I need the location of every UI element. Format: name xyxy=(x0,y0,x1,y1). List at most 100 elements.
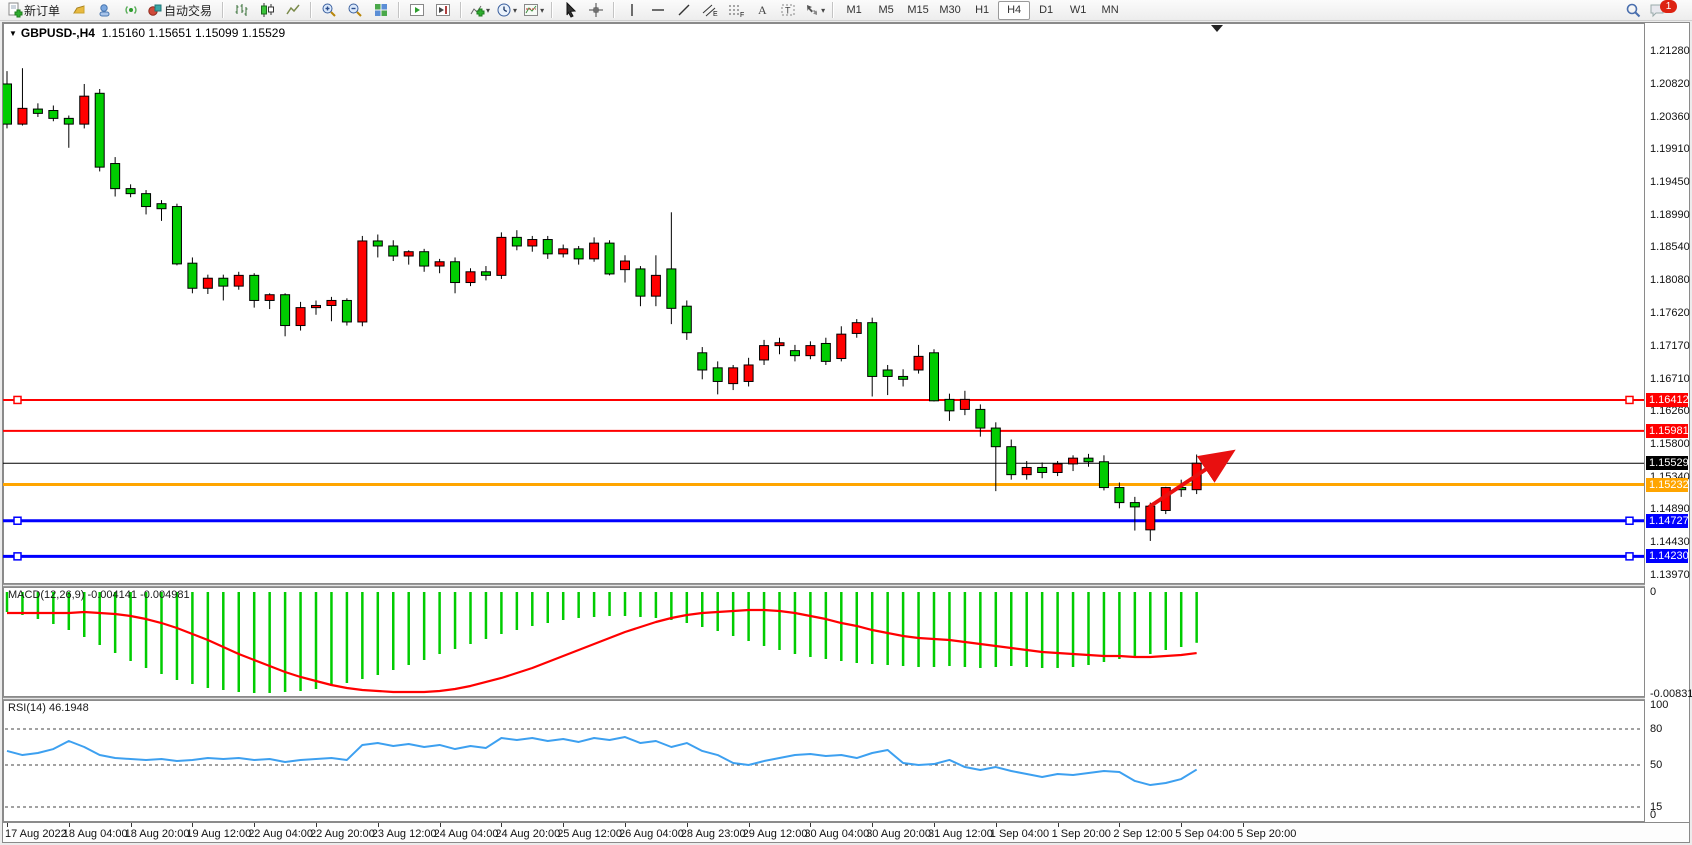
hline-handle[interactable] xyxy=(14,517,21,524)
timeframe-D1[interactable]: D1 xyxy=(1030,1,1062,20)
fibonacci-tool[interactable]: F xyxy=(723,0,749,21)
timeframe-M1[interactable]: M1 xyxy=(838,1,870,20)
text-tool[interactable]: A xyxy=(749,0,775,21)
macd-panel[interactable]: MACD(12,26,9) -0.004141 -0.004981 xyxy=(3,587,1645,697)
timeframe-H4[interactable]: H4 xyxy=(998,1,1030,20)
rsi-panel[interactable]: RSI(14) 46.1948 xyxy=(3,700,1645,822)
zoom-in-button[interactable] xyxy=(316,0,342,21)
timeframe-M15[interactable]: M15 xyxy=(902,1,934,20)
trendline-icon xyxy=(676,2,692,18)
time-axis[interactable]: 17 Aug 202218 Aug 04:0018 Aug 20:0019 Au… xyxy=(3,822,1689,842)
timeframe-MN[interactable]: MN xyxy=(1094,1,1126,20)
bar-chart-mode-button[interactable] xyxy=(228,0,254,21)
time-tick-label: 30 Aug 20:00 xyxy=(866,828,931,840)
candle-body xyxy=(126,189,135,194)
price-tag-1.16412: 1.16412 xyxy=(1646,393,1688,407)
time-tick-label: 1 Sep 04:00 xyxy=(990,828,1049,840)
timeframe-M30[interactable]: M30 xyxy=(934,1,966,20)
timeframe-H1[interactable]: H1 xyxy=(966,1,998,20)
tile-windows-button[interactable] xyxy=(368,0,394,21)
zoom-out-button[interactable] xyxy=(342,0,368,21)
arrows-icon xyxy=(804,2,820,18)
rsi-line xyxy=(7,737,1197,785)
timeframe-W1[interactable]: W1 xyxy=(1062,1,1094,20)
indicators-button[interactable]: ▾ xyxy=(466,0,493,21)
price-axis[interactable]: 1.212801.208201.203601.199101.194501.189… xyxy=(1645,23,1689,822)
hline-handle[interactable] xyxy=(14,396,21,403)
time-tick-label: 17 Aug 2022 xyxy=(5,828,67,840)
timeframe-M5[interactable]: M5 xyxy=(870,1,902,20)
time-tick-mark xyxy=(625,823,626,827)
price-chart-panel[interactable]: ▼GBPUSD-,H4 1.15160 1.15651 1.15099 1.15… xyxy=(3,23,1645,584)
time-tick-mark xyxy=(934,823,935,827)
candle-body xyxy=(142,194,151,207)
candle-body xyxy=(281,295,290,326)
text-label-tool[interactable]: T xyxy=(775,0,801,21)
profiles-button[interactable] xyxy=(66,0,92,21)
bar-chart-icon xyxy=(233,2,249,18)
symbol-dropdown-triangle[interactable]: ▼ xyxy=(9,29,17,38)
candle-body xyxy=(837,334,846,358)
new-order-label: 新订单 xyxy=(24,2,60,19)
new-order-button[interactable]: 新订单 xyxy=(4,0,66,21)
candle-body xyxy=(682,306,691,333)
news-button[interactable] xyxy=(118,0,144,21)
templates-button[interactable]: ▾ xyxy=(520,0,547,21)
time-tick-mark xyxy=(872,823,873,827)
arrows-tool[interactable]: ▾ xyxy=(801,0,828,21)
candle-body xyxy=(1053,464,1062,473)
search-button[interactable] xyxy=(1620,0,1646,21)
line-chart-mode-button[interactable] xyxy=(280,0,306,21)
time-tick-label: 26 Aug 04:00 xyxy=(619,828,684,840)
auto-trading-label: 自动交易 xyxy=(164,2,212,19)
chart-shift-button[interactable] xyxy=(430,0,456,21)
time-tick-mark xyxy=(501,823,502,827)
candle-body xyxy=(389,246,398,256)
periods-button[interactable]: ▾ xyxy=(493,0,520,21)
auto-trading-button[interactable]: 自动交易 xyxy=(144,0,218,21)
timeframe-group: M1M5M15M30H1H4D1W1MN xyxy=(838,0,1126,20)
hline-handle[interactable] xyxy=(1626,553,1633,560)
hline-handle[interactable] xyxy=(1626,517,1633,524)
hline-handle[interactable] xyxy=(1626,396,1633,403)
auto-scroll-button[interactable] xyxy=(404,0,430,21)
chart-symbol-title[interactable]: ▼GBPUSD-,H4 1.15160 1.15651 1.15099 1.15… xyxy=(9,26,285,40)
candle-body xyxy=(806,346,815,356)
chart-shift-marker[interactable] xyxy=(1211,25,1223,32)
cursor-icon xyxy=(562,2,578,18)
cursor-tool-button[interactable] xyxy=(557,0,583,21)
rsi-label: RSI(14) 46.1948 xyxy=(8,702,89,714)
toolbar-separator xyxy=(222,2,224,18)
candle-body xyxy=(95,93,104,167)
horizontal-line-icon xyxy=(650,2,666,18)
time-tick-label: 22 Aug 20:00 xyxy=(310,828,375,840)
time-tick-label: 19 Aug 12:00 xyxy=(186,828,251,840)
time-tick-mark xyxy=(1181,823,1182,827)
candle-body xyxy=(713,368,722,382)
channel-icon: E xyxy=(701,2,719,18)
candle-body xyxy=(80,96,89,124)
hline-handle[interactable] xyxy=(14,553,21,560)
notifications-button[interactable]: 1 xyxy=(1646,0,1686,21)
candle-body xyxy=(667,269,676,308)
toolbar-separator xyxy=(832,2,834,18)
price-tag-1.14230: 1.14230 xyxy=(1646,549,1688,563)
macd-label: MACD(12,26,9) -0.004141 -0.004981 xyxy=(8,589,190,601)
price-tag-1.15529: 1.15529 xyxy=(1646,456,1688,470)
dropdown-caret: ▾ xyxy=(486,6,490,15)
trendline-tool[interactable] xyxy=(671,0,697,21)
market-watch-button[interactable] xyxy=(92,0,118,21)
equidistant-channel-tool[interactable]: E xyxy=(697,0,723,21)
auto-scroll-icon xyxy=(409,2,425,18)
horizontal-line-tool[interactable] xyxy=(645,0,671,21)
vertical-line-tool[interactable] xyxy=(619,0,645,21)
candle-body xyxy=(312,305,321,307)
trend-arrow-annotation[interactable] xyxy=(1149,454,1229,507)
crosshair-tool-button[interactable] xyxy=(583,0,609,21)
line-chart-icon xyxy=(285,2,301,18)
candlestick-mode-button[interactable] xyxy=(254,0,280,21)
candle-body xyxy=(574,249,583,259)
svg-text:F: F xyxy=(740,12,744,18)
price-tick: 1.18080 xyxy=(1650,274,1690,286)
price-tick: 1.20820 xyxy=(1650,78,1690,90)
